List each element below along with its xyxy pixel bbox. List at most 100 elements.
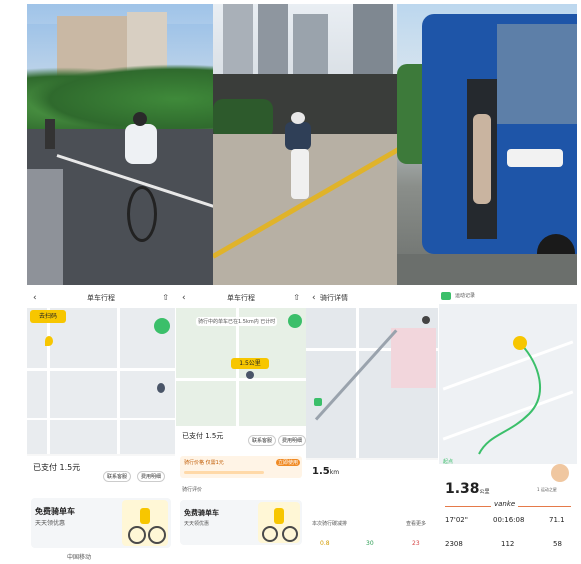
header: ‹ 骑行详情 — [306, 288, 438, 308]
location-green-icon[interactable] — [288, 314, 302, 328]
phone-screen-trip-2: ‹ 单车行程 ⇧ 骑行中的单车已在1.5km内 已计时 1.5公里 已支付 1.… — [176, 288, 306, 560]
rating-label: 骑行评价 — [182, 487, 203, 493]
metric-3: 71.1 — [549, 516, 565, 524]
share-icon[interactable]: ⇧ — [293, 288, 300, 308]
workout-distance: 1.38公里 — [445, 481, 490, 497]
promo-subtitle: 天天领优惠 — [35, 520, 66, 527]
footer-text: 中国移动 — [67, 554, 92, 560]
metric-pace: 17'02" — [445, 516, 468, 524]
app-logo-icon — [441, 292, 451, 300]
bus-window — [497, 24, 577, 124]
avatar[interactable] — [551, 464, 569, 482]
distance-unit: km — [329, 469, 340, 476]
map-road — [27, 368, 175, 371]
paid-amount: 已支付 1.5元 — [182, 432, 224, 440]
metric-5: 112 — [501, 540, 515, 548]
scan-badge[interactable]: 去扫码 — [30, 310, 66, 323]
sidewalk — [27, 169, 63, 285]
rider — [140, 508, 150, 524]
distance-unit: 公里 — [479, 489, 490, 495]
offer-label: 骑行价格 仅需1元 — [184, 460, 224, 466]
user-name: 1 运动之星 — [537, 487, 557, 492]
photo-cyclist-street — [27, 4, 213, 285]
phone-screen-trip: ‹ 单车行程 ⇧ 去扫码 已支付 1.5元 联系客服 费用明细 免费骑单车 天天… — [27, 288, 175, 560]
distance-badge: 1.5公里 — [231, 358, 269, 369]
header: ‹ 单车行程 ⇧ — [176, 288, 306, 308]
rider — [274, 508, 284, 524]
bicycle-wheel — [127, 186, 157, 242]
start-pin-icon — [314, 398, 322, 406]
distance-value: 1.5km — [312, 466, 339, 477]
back-icon[interactable]: ‹ — [312, 288, 316, 308]
end-pin-icon — [422, 316, 430, 324]
map[interactable] — [27, 308, 175, 454]
position-pin-icon — [246, 371, 254, 379]
share-icon[interactable]: ⇧ — [162, 288, 169, 308]
wheel — [282, 526, 298, 542]
page-title: 单车行程 — [227, 294, 255, 302]
brand-logo: vanke — [491, 500, 519, 508]
metric-6: 58 — [553, 540, 562, 548]
start-label: 起点 — [443, 459, 454, 465]
end-marker-icon — [513, 336, 527, 350]
paid-amount: 已支付 1.5元 — [33, 463, 81, 472]
map[interactable] — [439, 304, 577, 464]
stat-1: 0.8 — [320, 540, 330, 547]
contact-service-button[interactable]: 联系客服 — [103, 471, 132, 482]
bus-icons-strip — [507, 149, 563, 167]
fee-detail-button[interactable]: 费用明细 — [278, 435, 306, 446]
fee-detail-button[interactable]: 费用明细 — [137, 471, 166, 482]
contact-service-button[interactable]: 联系客服 — [248, 435, 277, 446]
page-title: 骑行详情 — [320, 294, 348, 302]
page-title: 单车行程 — [87, 294, 115, 302]
distance-number: 1.5 — [312, 466, 330, 477]
location-green-icon[interactable] — [154, 318, 170, 334]
phone-screen-workout: 运动记录 起点 1.38公里 1 运动之星 vanke 17'02" 00:16… — [439, 288, 577, 560]
tower-2 — [258, 4, 288, 84]
map-road — [27, 418, 175, 420]
scooter — [291, 149, 309, 199]
stat-2: 30 — [366, 540, 374, 547]
bike-illustration — [122, 500, 168, 546]
rider-helmet — [291, 112, 305, 124]
scan-label: 去扫码 — [38, 313, 57, 320]
map-road — [117, 308, 120, 454]
wheel — [128, 526, 146, 544]
promo-title: 免费骑单车 — [35, 507, 75, 516]
road — [397, 254, 577, 285]
hedge — [213, 99, 273, 139]
photo-scooter-rider — [213, 4, 397, 285]
carbon-row-tag[interactable]: 查看更多 — [406, 520, 426, 527]
map-area — [391, 328, 436, 388]
end-pin-icon — [157, 383, 165, 393]
promo-subtitle: 天天领优惠 — [184, 521, 210, 527]
offer-progress — [184, 471, 264, 474]
workout-title: 运动记录 — [455, 293, 476, 299]
stat-3: 23 — [412, 540, 420, 547]
passenger — [473, 114, 491, 204]
offer-tag[interactable]: 立即使用 — [276, 459, 301, 466]
route-line — [478, 343, 542, 455]
map-road — [356, 308, 359, 458]
pedestrian — [45, 119, 55, 149]
metric-duration: 00:16:08 — [493, 516, 525, 524]
rider-body — [285, 122, 311, 150]
bike-illustration — [258, 502, 300, 543]
map-road — [176, 378, 306, 381]
carbon-row-label: 本次骑行碳减排 — [312, 521, 348, 527]
map-road — [47, 308, 50, 454]
wheel — [148, 526, 166, 544]
map[interactable] — [306, 308, 438, 458]
metric-4: 2308 — [445, 540, 463, 548]
back-icon[interactable]: ‹ — [33, 288, 37, 308]
back-icon[interactable]: ‹ — [182, 288, 186, 308]
header: ‹ 单车行程 ⇧ — [27, 288, 175, 308]
cyclist-head — [133, 112, 147, 126]
phone-screen-ride-detail: ‹ 骑行详情 1.5km 本次骑行碳减排 查看更多 0.8 30 23 — [306, 288, 438, 560]
cyclist-shirt — [125, 124, 157, 164]
photo-bus-boarding — [397, 4, 577, 285]
start-pin-icon — [45, 336, 53, 346]
wheel — [262, 526, 278, 542]
riding-banner: 骑行中的单车已在1.5km内 已计时 — [196, 317, 278, 326]
distance-number: 1.38 — [445, 481, 480, 497]
